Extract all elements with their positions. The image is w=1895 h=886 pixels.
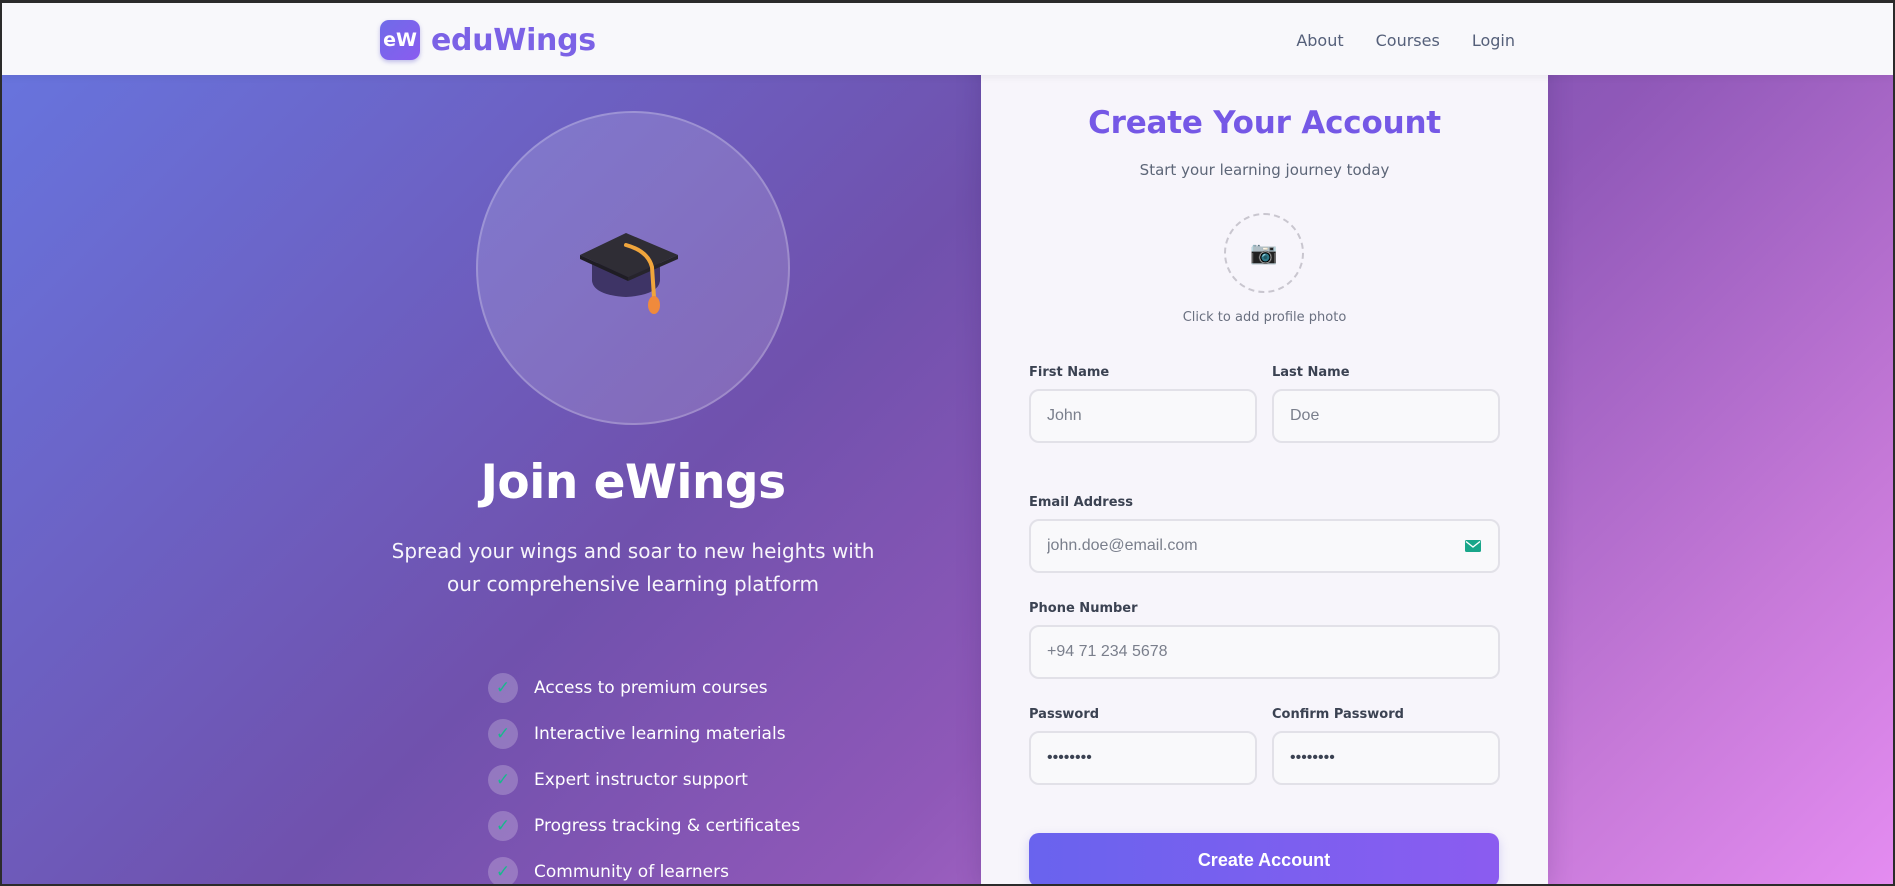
feature-item: ✓ Interactive learning materials [488,711,800,757]
nav-links: About Courses Login [1264,31,1515,50]
nav-link-about[interactable]: About [1296,31,1343,50]
photo-hint: Click to add profile photo [1182,310,1347,325]
form-title: Create Your Account [1088,105,1441,141]
phone-input[interactable] [1029,625,1500,679]
first-name-input[interactable] [1029,389,1257,443]
feature-item: ✓ Progress tracking & certificates [488,803,800,849]
check-icon: ✓ [488,673,518,703]
feature-text: Expert instructor support [534,770,748,790]
hero-illustration [476,111,790,425]
signup-card: Create Your Account Start your learning … [981,28,1548,884]
camera-icon: 📷 [1250,240,1278,266]
last-name-label: Last Name [1272,365,1350,380]
check-icon: ✓ [488,811,518,841]
brand-name: eduWings [431,22,596,58]
password-label: Password [1029,707,1100,722]
email-input[interactable] [1029,519,1500,573]
feature-text: Interactive learning materials [534,724,786,744]
app-window: eW eduWings About Courses Login Join eWi… [0,0,1895,886]
confirm-password-input[interactable] [1272,731,1500,785]
nav-link-courses[interactable]: Courses [1376,31,1440,50]
create-account-button[interactable]: Create Account [1029,833,1499,884]
profile-photo-upload[interactable]: 📷 [1224,213,1304,293]
logo-mark: eW [380,20,420,60]
hero-panel: Join eWings Spread your wings and soar t… [2,75,981,884]
last-name-input[interactable] [1272,389,1500,443]
brand[interactable]: eW eduWings [380,20,596,60]
feature-list: ✓ Access to premium courses ✓ Interactive … [488,665,800,884]
confirm-password-label: Confirm Password [1272,707,1404,722]
password-input[interactable] [1029,731,1257,785]
navbar: eW eduWings About Courses Login [2,3,1893,75]
feature-text: Progress tracking & certificates [534,816,801,836]
feature-item: ✓ Community of learners [488,849,800,884]
first-name-label: First Name [1029,365,1110,380]
form-subtitle: Start your learning journey today [1139,161,1390,179]
hero-subtitle: Spread your wings and soar to new height… [391,539,875,596]
check-icon: ✓ [488,765,518,795]
graduation-cap-icon [580,233,678,314]
feature-text: Community of learners [534,862,729,882]
envelope-icon [1465,540,1481,552]
feature-text: Access to premium courses [534,678,768,698]
email-label: Email Address [1029,495,1134,510]
phone-label: Phone Number [1029,601,1138,616]
nav-link-login[interactable]: Login [1472,31,1515,50]
feature-item: ✓ Expert instructor support [488,757,800,803]
check-icon: ✓ [488,719,518,749]
feature-item: ✓ Access to premium courses [488,665,800,711]
check-icon: ✓ [488,857,518,884]
